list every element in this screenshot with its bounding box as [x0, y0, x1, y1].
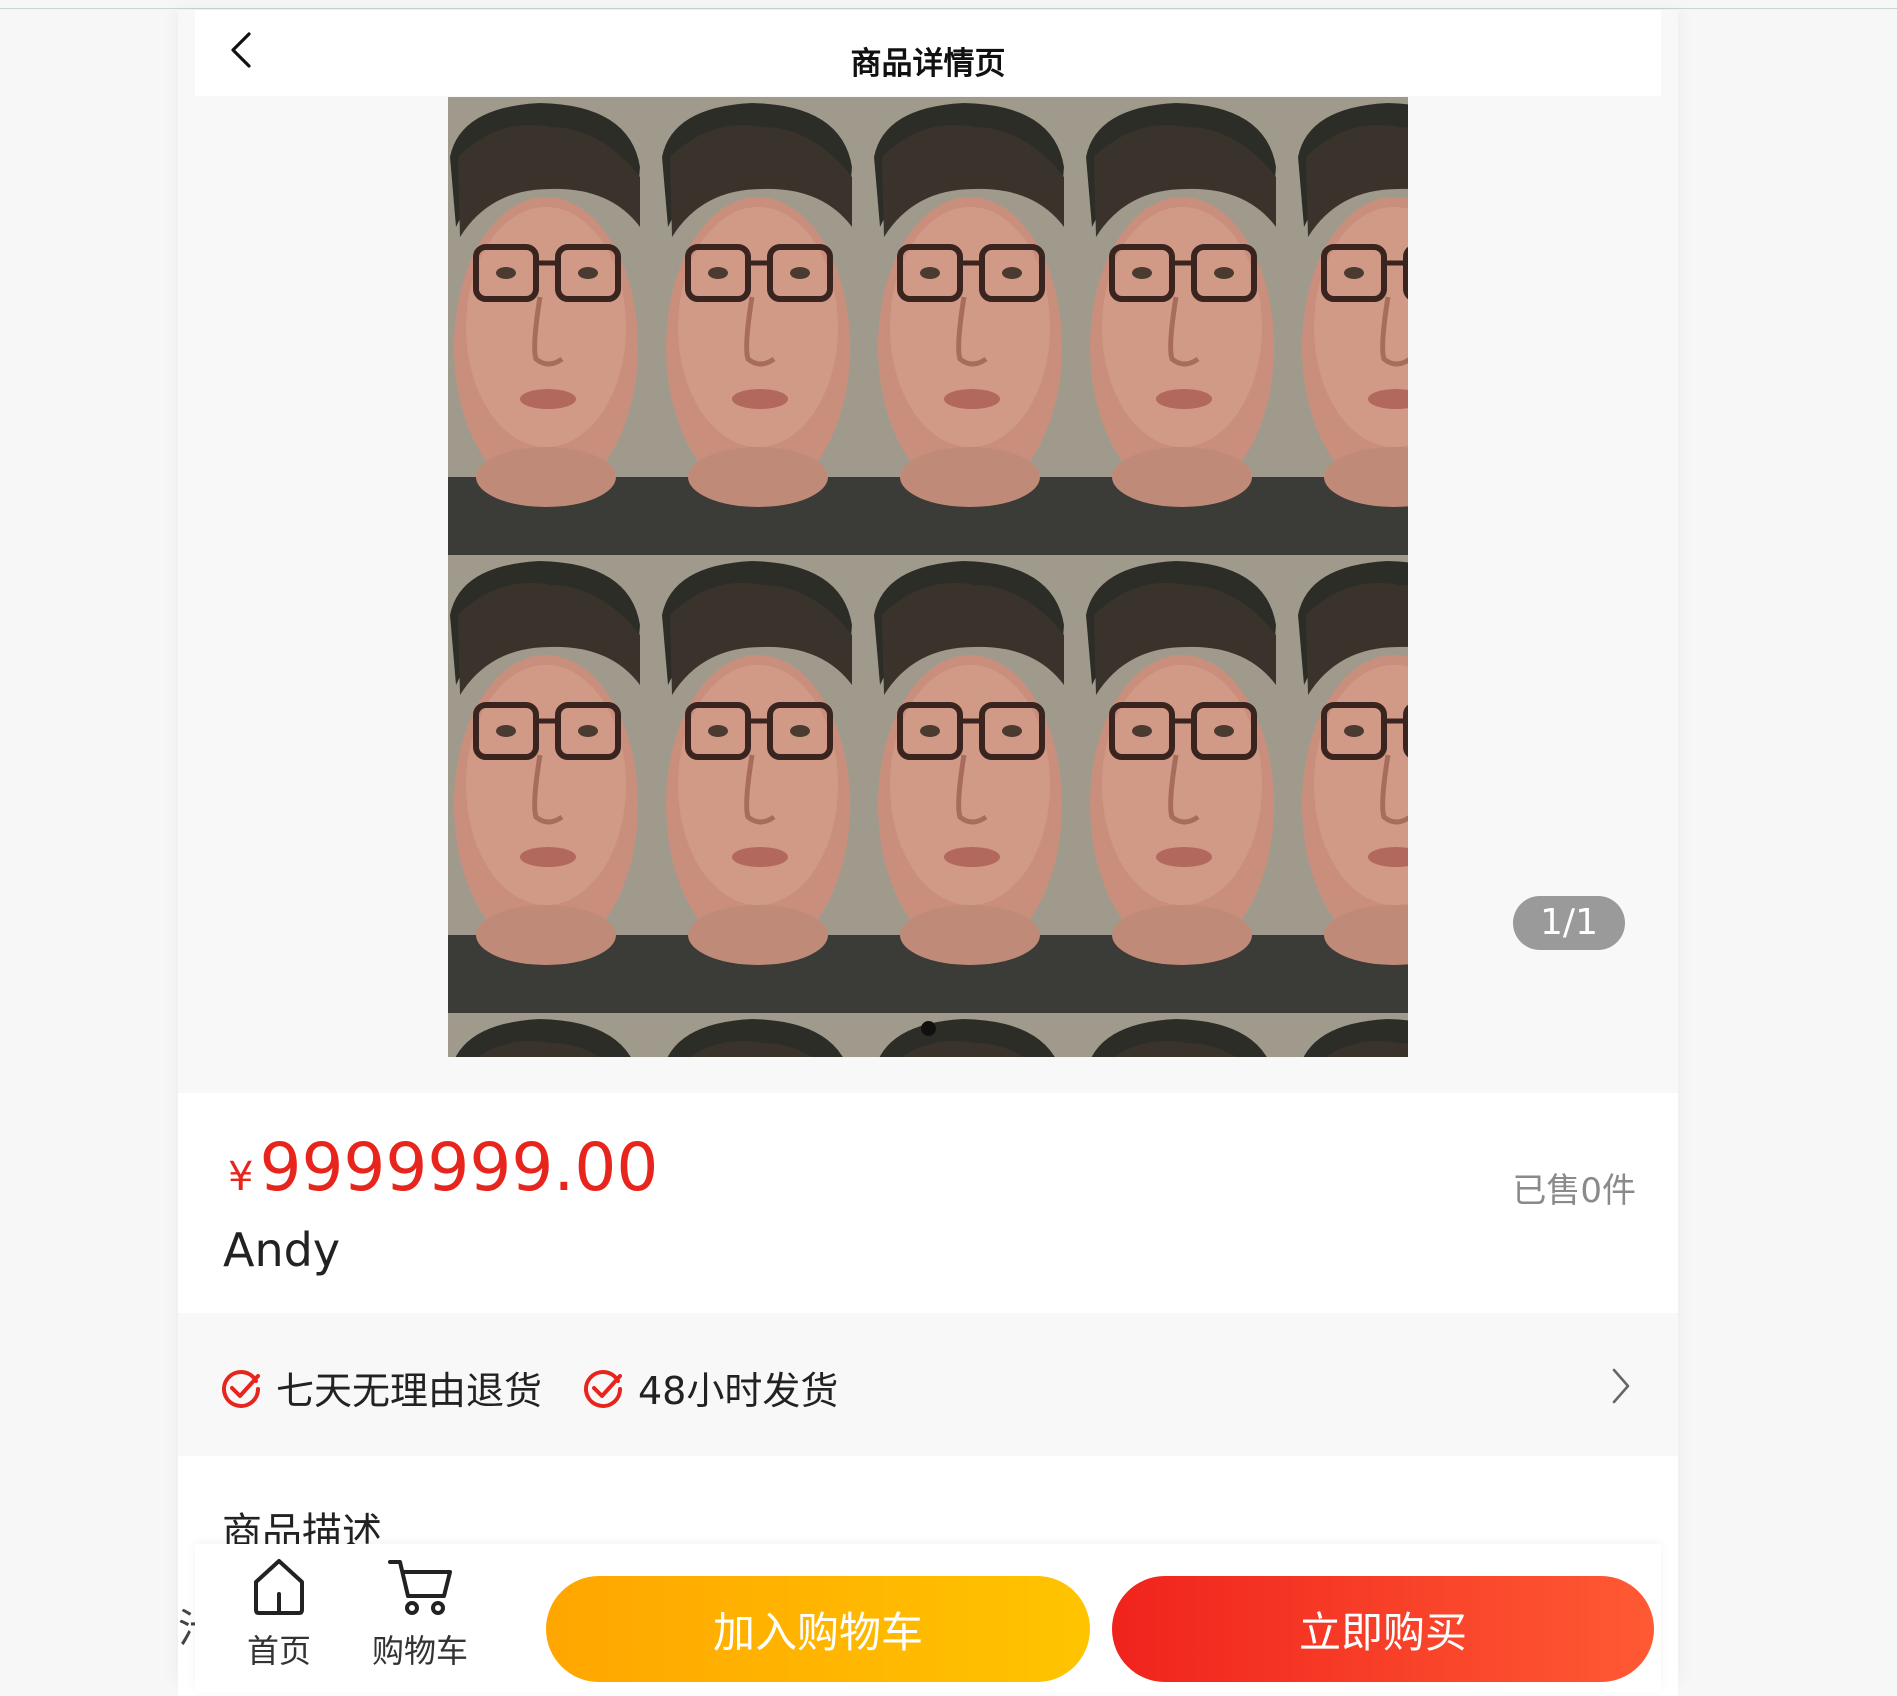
service-item-shipping: 48小时发货 [582, 1360, 838, 1415]
service-guarantees[interactable]: 七天无理由退货 48小时发货 [178, 1314, 1678, 1454]
browser-top-border [0, 0, 1897, 9]
service-item-return: 七天无理由退货 [220, 1360, 542, 1415]
chevron-right-icon[interactable] [1610, 1366, 1632, 1406]
product-detail-page: 商品详情页 1/1 ¥ 9999999.00 已售0件 Andy 七天无理由退货… [178, 10, 1678, 1696]
currency-symbol: ¥ [228, 1154, 254, 1200]
check-circle-icon [584, 1369, 622, 1408]
add-to-cart-button[interactable]: 加入购物车 [546, 1576, 1090, 1682]
service-label: 48小时发货 [638, 1369, 839, 1413]
product-image-carousel[interactable] [448, 97, 1408, 1057]
carousel-indicator-dot[interactable] [921, 1021, 936, 1036]
buy-now-button[interactable]: 立即购买 [1112, 1576, 1654, 1682]
image-counter: 1/1 [1513, 896, 1625, 950]
tab-home[interactable]: 首页 [224, 1544, 334, 1672]
service-label: 七天无理由退货 [276, 1369, 543, 1413]
sold-count: 已售0件 [1512, 1171, 1636, 1211]
product-price: ¥ 9999999.00 [228, 1129, 658, 1206]
tab-home-label: 首页 [246, 1632, 311, 1670]
product-image [448, 97, 1408, 1057]
tab-cart[interactable]: 购物车 [365, 1544, 475, 1672]
price-value: 9999999.00 [259, 1129, 659, 1206]
product-name: Andy [223, 1223, 341, 1277]
price-info-card: ¥ 9999999.00 已售0件 Andy [178, 1093, 1678, 1313]
home-icon [254, 1559, 304, 1615]
page-title: 商品详情页 [850, 46, 1006, 82]
navbar: 商品详情页 [195, 10, 1661, 96]
cart-icon [388, 1560, 452, 1615]
tab-cart-label: 购物车 [371, 1632, 468, 1670]
check-circle-icon [222, 1369, 260, 1408]
bottom-action-bar: 首页 购物车 加入购物车 立即购买 [195, 1544, 1661, 1692]
